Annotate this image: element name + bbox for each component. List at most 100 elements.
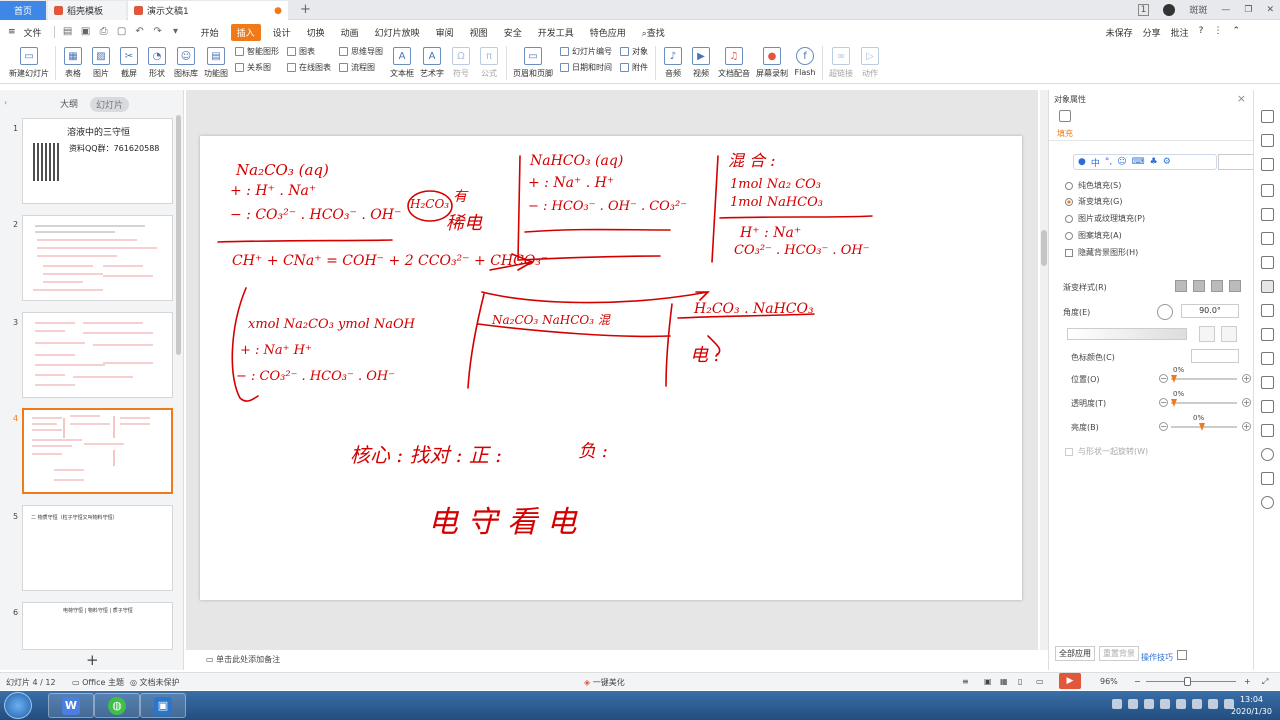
shape-props-icon[interactable]: [1261, 134, 1274, 147]
tray-icon[interactable]: [1144, 699, 1154, 709]
apply-all-button[interactable]: 全部应用: [1055, 646, 1095, 661]
transparency-slider-knob[interactable]: [1171, 399, 1177, 407]
picture-panel-icon[interactable]: [1261, 208, 1274, 221]
outline-tab[interactable]: 大纲: [60, 97, 78, 112]
slide-thumbnail-3[interactable]: [22, 312, 173, 398]
object-button[interactable]: 对象: [620, 46, 648, 57]
minimize-icon[interactable]: —: [1221, 5, 1230, 15]
checkbox[interactable]: [1065, 248, 1073, 257]
gradient-bar[interactable]: [1067, 328, 1187, 340]
save-icon[interactable]: ▣: [80, 26, 92, 38]
menu-start[interactable]: 开始: [193, 26, 227, 39]
new-slide-button[interactable]: ▭ 新建幻灯片: [9, 44, 49, 79]
gradient-radial-swatch[interactable]: [1193, 280, 1205, 292]
angle-dial[interactable]: [1157, 304, 1173, 320]
position-slider[interactable]: [1171, 375, 1237, 383]
function-chart-button[interactable]: ▤ 功能图: [204, 44, 228, 79]
collapse-ribbon-icon[interactable]: ⌃: [1232, 26, 1240, 39]
online-chart-button[interactable]: 在线图表: [287, 62, 331, 73]
video-button[interactable]: ▶ 视频: [690, 44, 712, 79]
fill-option-picture[interactable]: 图片或纹理填充(P): [1065, 213, 1145, 224]
avatar[interactable]: [1163, 3, 1176, 16]
fill-tab[interactable]: 填充: [1057, 128, 1073, 139]
menu-animation[interactable]: 动画: [333, 26, 367, 39]
transparency-minus[interactable]: −: [1159, 398, 1168, 407]
animation-icon[interactable]: [1261, 184, 1274, 197]
tray-icon[interactable]: [1192, 699, 1202, 709]
image-icon[interactable]: [1261, 376, 1274, 389]
play-slideshow-button[interactable]: ▶: [1059, 673, 1081, 689]
audio-button[interactable]: ♪ 音频: [662, 44, 684, 79]
symbol-button[interactable]: Ω 符号: [450, 44, 472, 79]
new-tab-button[interactable]: +: [300, 2, 311, 17]
preview-icon[interactable]: ▢: [116, 26, 128, 38]
open-icon[interactable]: ▤: [62, 26, 74, 38]
menu-transition[interactable]: 切换: [299, 26, 333, 39]
zoom-in-icon[interactable]: +: [1244, 677, 1251, 686]
menu-file[interactable]: 文件: [24, 26, 50, 39]
zoom-slider[interactable]: [1146, 677, 1236, 686]
add-slide-button[interactable]: +: [86, 651, 99, 669]
shape-button[interactable]: ◔ 形状: [146, 44, 168, 79]
brightness-slider-knob[interactable]: [1199, 423, 1205, 431]
slides-tab[interactable]: 幻灯片: [90, 97, 130, 112]
fill-option-pattern[interactable]: 图案填充(A): [1065, 230, 1122, 241]
angle-input[interactable]: 90.0°: [1181, 304, 1239, 318]
flowchart-button[interactable]: 流程图: [339, 62, 383, 73]
notes-toggle-icon[interactable]: ≡: [962, 677, 969, 686]
tray-icon[interactable]: [1176, 699, 1186, 709]
tray-icon[interactable]: [1128, 699, 1138, 709]
print-icon[interactable]: ⎙: [98, 26, 110, 38]
screen-record-button[interactable]: ● 屏幕录制: [756, 44, 788, 79]
position-slider-knob[interactable]: [1171, 375, 1177, 383]
comment-panel-icon[interactable]: [1261, 424, 1274, 437]
screenshot-button[interactable]: ✂ 截屏: [118, 44, 140, 79]
gradient-rect-swatch[interactable]: [1211, 280, 1223, 292]
slide-thumbnail-4[interactable]: [22, 408, 173, 494]
user-name[interactable]: 斑斑: [1189, 3, 1207, 16]
remove-stop-button[interactable]: [1221, 326, 1237, 342]
slide-number-button[interactable]: 幻灯片编号: [560, 46, 612, 57]
radio-pattern[interactable]: [1065, 231, 1073, 240]
table-panel-icon[interactable]: [1261, 232, 1274, 245]
protection-status[interactable]: ◎ 文档未保护: [130, 677, 180, 688]
radio-solid[interactable]: [1065, 181, 1073, 190]
picture-button[interactable]: ▨ 图片: [90, 44, 112, 79]
menu-search[interactable]: ⌕查找: [634, 26, 673, 39]
menu-developer[interactable]: 开发工具: [530, 26, 582, 39]
text-dubbing-button[interactable]: ♫ 文档配音: [718, 44, 750, 79]
select-icon[interactable]: [1261, 110, 1274, 123]
tag-icon[interactable]: [1261, 472, 1274, 485]
slide-thumbnail-6[interactable]: 电荷守恒 | 物料守恒 | 质子守恒: [22, 602, 173, 650]
flash-button[interactable]: f Flash: [794, 44, 816, 77]
more-icon[interactable]: ⋮: [1213, 26, 1222, 39]
brightness-slider[interactable]: [1171, 423, 1237, 431]
menu-review[interactable]: 审阅: [428, 26, 462, 39]
tips-icon[interactable]: [1177, 650, 1187, 660]
collapse-pane-icon[interactable]: ‹: [4, 98, 7, 107]
chart-button[interactable]: 图表: [287, 46, 331, 57]
tab-document[interactable]: 演示文稿1 ●: [128, 1, 288, 20]
header-footer-button[interactable]: ▭ 页眉和页脚: [513, 44, 553, 79]
layers-icon[interactable]: [1261, 158, 1274, 171]
zoom-slider-knob[interactable]: [1184, 677, 1191, 686]
menu-insert[interactable]: 插入: [230, 23, 261, 41]
share-button[interactable]: 分享: [1143, 26, 1161, 39]
pane-close-icon[interactable]: ×: [1237, 92, 1246, 105]
tray-icon[interactable]: [1208, 699, 1218, 709]
reset-bg-button[interactable]: 重置背景: [1099, 646, 1139, 661]
action-button[interactable]: ▷ 动作: [859, 44, 881, 79]
radio-gradient[interactable]: [1065, 197, 1073, 206]
tray-icon[interactable]: [1160, 699, 1170, 709]
transparency-plus[interactable]: +: [1242, 398, 1251, 407]
canvas-scrollbar[interactable]: [1040, 90, 1048, 650]
restore-icon[interactable]: ❐: [1244, 5, 1252, 15]
zoom-out-icon[interactable]: −: [1134, 677, 1141, 686]
help-icon[interactable]: ?: [1199, 26, 1204, 39]
mindmap-button[interactable]: 思维导图: [339, 46, 383, 57]
undo-icon[interactable]: ↶: [134, 26, 146, 38]
menu-view[interactable]: 视图: [462, 26, 496, 39]
brightness-plus[interactable]: +: [1242, 422, 1251, 431]
menu-design[interactable]: 设计: [265, 26, 299, 39]
share-panel-icon[interactable]: [1261, 328, 1274, 341]
